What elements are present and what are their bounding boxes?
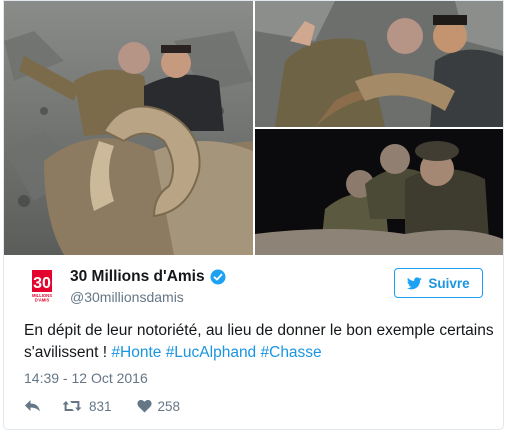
tweet-card: 30 MILLIONS D'AMIS 30 Millions d'Amis @3…	[3, 0, 504, 430]
action-bar: 831 258	[24, 397, 180, 415]
account-handle[interactable]: @30millionsdamis	[70, 289, 184, 305]
like-button[interactable]: 258	[136, 398, 181, 414]
heart-icon	[136, 399, 152, 413]
twitter-bird-icon	[407, 276, 423, 289]
avatar[interactable]: 30 MILLIONS D'AMIS	[24, 267, 60, 303]
reply-button[interactable]	[24, 399, 42, 413]
tweet-timestamp[interactable]: 14:39 - 12 Oct 2016	[24, 370, 148, 386]
tweet-text: En dépit de leur notoriété, au lieu de d…	[24, 320, 494, 364]
like-count: 258	[157, 398, 181, 414]
hashtag-lucalphand[interactable]: #LucAlphand	[166, 344, 257, 361]
photo-night[interactable]	[255, 129, 503, 255]
photo-thumbs-up[interactable]	[255, 1, 503, 127]
svg-text:D'AMIS: D'AMIS	[35, 298, 50, 303]
retweet-count: 831	[89, 398, 112, 414]
hashtag-honte[interactable]: #Honte	[111, 344, 161, 361]
hashtag-chasse[interactable]: #Chasse	[261, 344, 322, 361]
photo-ram[interactable]	[4, 1, 253, 255]
follow-button[interactable]: Suivre	[394, 268, 483, 298]
verified-badge-icon	[210, 269, 226, 285]
follow-button-label: Suivre	[428, 275, 470, 291]
svg-text:30: 30	[33, 275, 51, 292]
retweet-button[interactable]: 831	[62, 399, 112, 414]
tweet-body: En dépit de leur notoriété, au lieu de d…	[24, 322, 494, 361]
name-row: 30 Millions d'Amis	[70, 267, 226, 287]
retweet-icon	[62, 401, 82, 411]
display-name[interactable]: 30 Millions d'Amis	[70, 268, 205, 286]
reply-icon	[25, 400, 40, 412]
photo-grid	[4, 1, 503, 255]
